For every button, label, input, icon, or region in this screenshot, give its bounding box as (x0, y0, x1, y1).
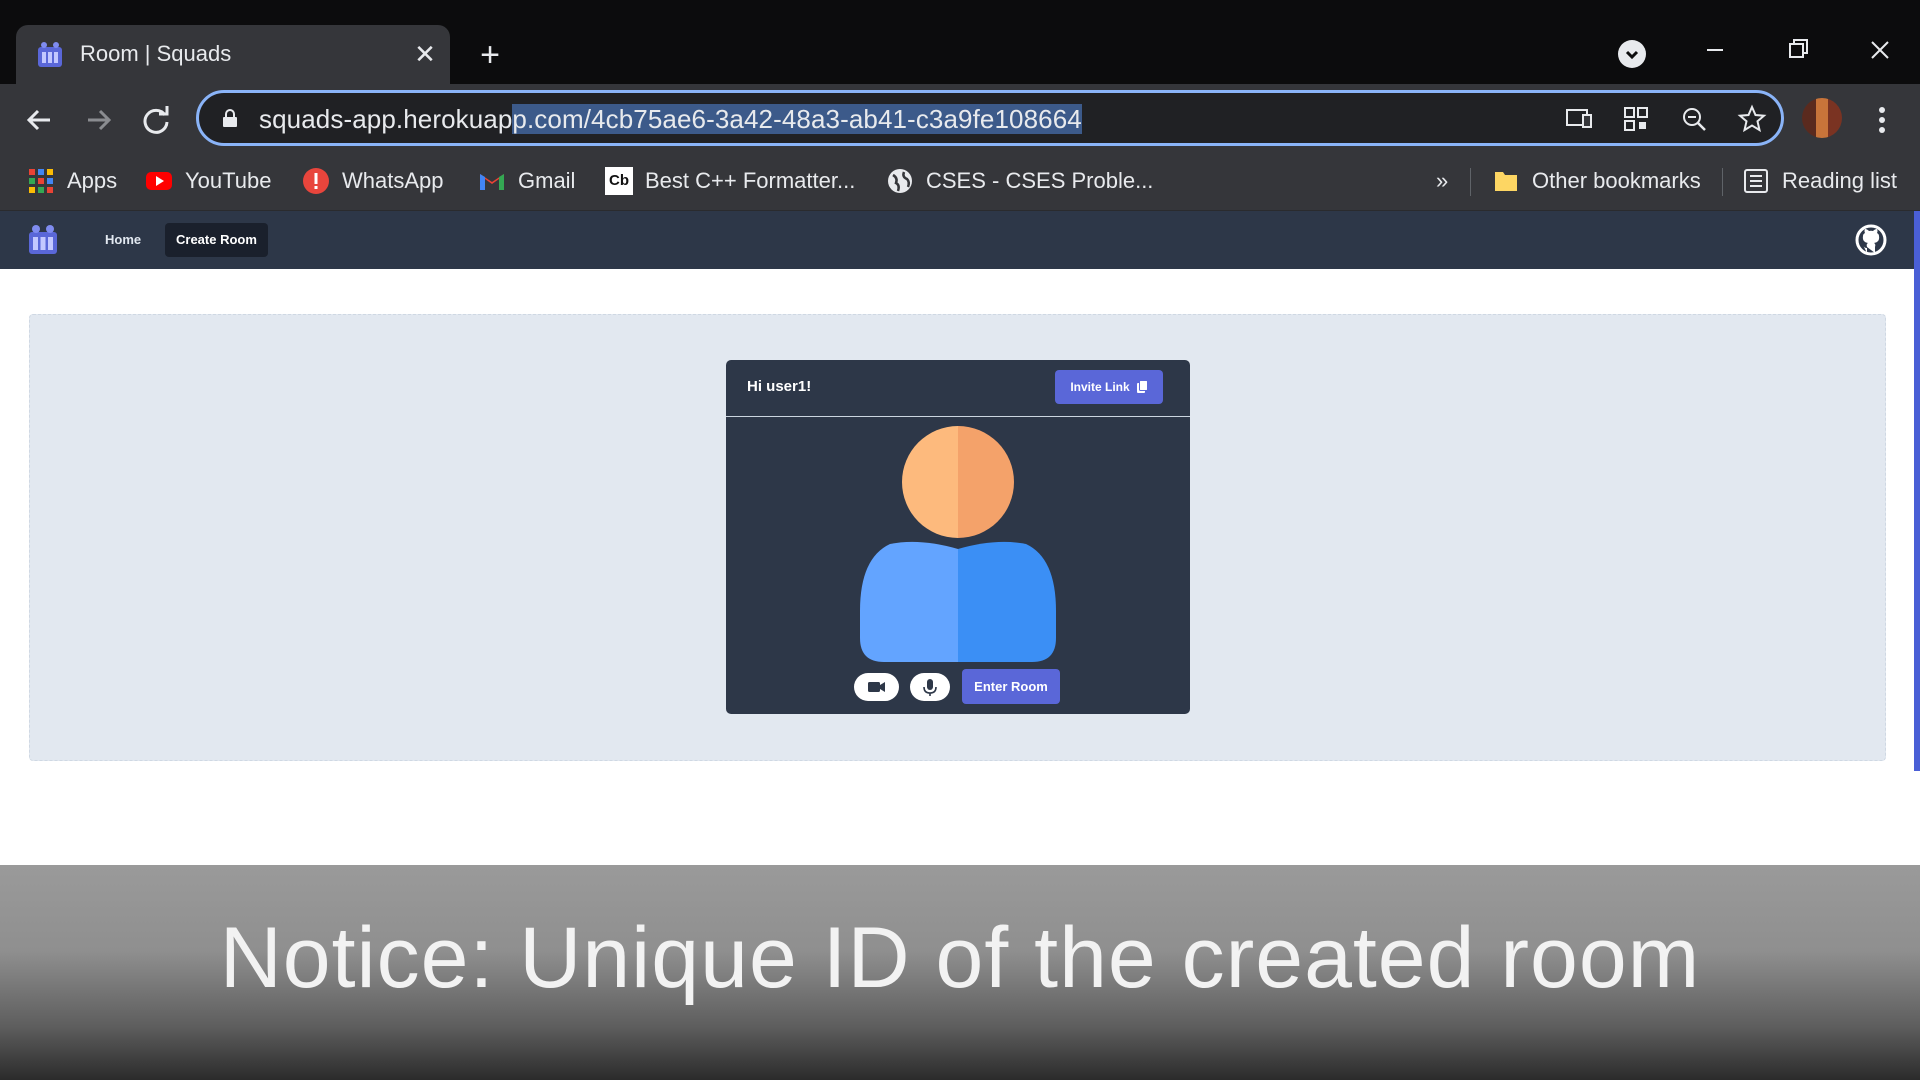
gmail-icon (480, 174, 504, 190)
globe-icon (888, 169, 912, 193)
star-icon[interactable] (1737, 104, 1767, 134)
profile-avatar[interactable] (1802, 98, 1842, 138)
tab-search-button[interactable] (1618, 40, 1646, 68)
bookmark-cses[interactable]: CSES - CSES Proble... (886, 163, 1153, 199)
bookmark-whatsapp[interactable]: WhatsApp (302, 163, 444, 199)
forward-icon[interactable] (76, 98, 120, 142)
github-icon[interactable] (1855, 224, 1887, 256)
squads-logo-icon[interactable] (26, 224, 60, 256)
folder-icon (1495, 172, 1517, 191)
room-preview-card: Hi user1! Invite Link Enter Room (726, 360, 1190, 714)
video-caption-overlay: Notice: Unique ID of the created room (0, 865, 1920, 1080)
lock-icon[interactable] (221, 109, 239, 127)
chevron-double-right-icon: » (1436, 168, 1449, 193)
window-close-button[interactable] (1855, 30, 1905, 70)
youtube-icon (146, 172, 172, 190)
nav-home[interactable]: Home (94, 223, 152, 257)
bookmark-label: Other bookmarks (1532, 168, 1701, 193)
chevron-down-icon (1625, 50, 1639, 60)
bookmark-label: YouTube (185, 168, 272, 193)
browser-toolbar: squads-app.herokuapp.com/4cb75ae6-3a42-4… (0, 84, 1920, 154)
url-text[interactable]: squads-app.herokuapp.com/4cb75ae6-3a42-4… (259, 104, 1082, 135)
copy-icon (1136, 380, 1148, 393)
url-selected: p.com/4cb75ae6-3a42-48a3-ab41-c3a9fe1086… (512, 104, 1082, 134)
menu-icon[interactable] (1870, 98, 1894, 142)
reload-icon[interactable] (134, 98, 178, 142)
back-icon[interactable] (18, 98, 62, 142)
reading-list-icon (1744, 169, 1768, 193)
squads-logo-icon (38, 42, 62, 67)
qr-icon[interactable] (1621, 104, 1651, 134)
enter-room-button[interactable]: Enter Room (962, 669, 1060, 704)
bookmark-divider (1470, 168, 1471, 196)
cast-icon[interactable] (1564, 104, 1594, 134)
codebeautify-icon: Cb (605, 167, 633, 195)
page-scrollbar[interactable] (1914, 211, 1920, 771)
card-header: Hi user1! Invite Link (726, 360, 1190, 417)
invite-link-button[interactable]: Invite Link (1055, 370, 1163, 404)
bookmark-label: CSES - CSES Proble... (926, 168, 1154, 193)
browser-chrome: Room | Squads ✕ + squads-app.herokuapp.c… (0, 0, 1920, 211)
camera-toggle[interactable] (854, 673, 899, 701)
bookmark-gmail[interactable]: Gmail (478, 163, 575, 199)
address-bar[interactable]: squads-app.herokuapp.com/4cb75ae6-3a42-4… (196, 90, 1784, 146)
app-navbar: Home Create Room (0, 211, 1920, 269)
tab-strip: Room | Squads ✕ + (0, 0, 1920, 84)
bookmark-label: Reading list (1782, 168, 1897, 193)
bookmarks-bar: Apps YouTube WhatsApp Gmail Cb Best C++ … (0, 154, 1920, 211)
whatsapp-icon (303, 168, 329, 194)
restore-button[interactable] (1773, 30, 1823, 70)
bookmark-divider (1722, 168, 1723, 196)
zoom-icon[interactable] (1679, 104, 1709, 134)
bookmarks-overflow[interactable]: » (1436, 163, 1448, 199)
url-prefix: squads-app.herokuap (259, 104, 513, 134)
browser-tab[interactable]: Room | Squads ✕ (16, 25, 450, 84)
plus-icon[interactable]: + (470, 35, 510, 75)
bookmark-label: Apps (67, 168, 118, 193)
minimize-button[interactable] (1690, 30, 1740, 70)
apps-grid-icon (29, 169, 53, 193)
invite-link-label: Invite Link (1070, 380, 1130, 394)
bookmark-other[interactable]: Other bookmarks (1492, 163, 1701, 199)
mic-toggle[interactable] (910, 673, 950, 701)
bookmark-cpp-formatter[interactable]: Cb Best C++ Formatter... (605, 163, 855, 199)
mic-icon (923, 679, 937, 696)
bookmark-label: Gmail (518, 168, 576, 193)
greeting: Hi user1! (747, 378, 812, 395)
bookmark-apps[interactable]: Apps (27, 163, 117, 199)
user-avatar-placeholder (860, 426, 1056, 662)
caption-text: Notice: Unique ID of the created room (219, 910, 1701, 1006)
nav-create-room[interactable]: Create Room (165, 223, 268, 257)
video-icon (868, 682, 885, 692)
bookmark-label: WhatsApp (342, 168, 444, 193)
tab-title: Room | Squads (80, 41, 232, 66)
bookmark-youtube[interactable]: YouTube (145, 163, 271, 199)
bookmark-reading-list[interactable]: Reading list (1742, 163, 1897, 199)
bookmark-label: Best C++ Formatter... (645, 168, 856, 193)
close-icon[interactable]: ✕ (408, 37, 442, 71)
